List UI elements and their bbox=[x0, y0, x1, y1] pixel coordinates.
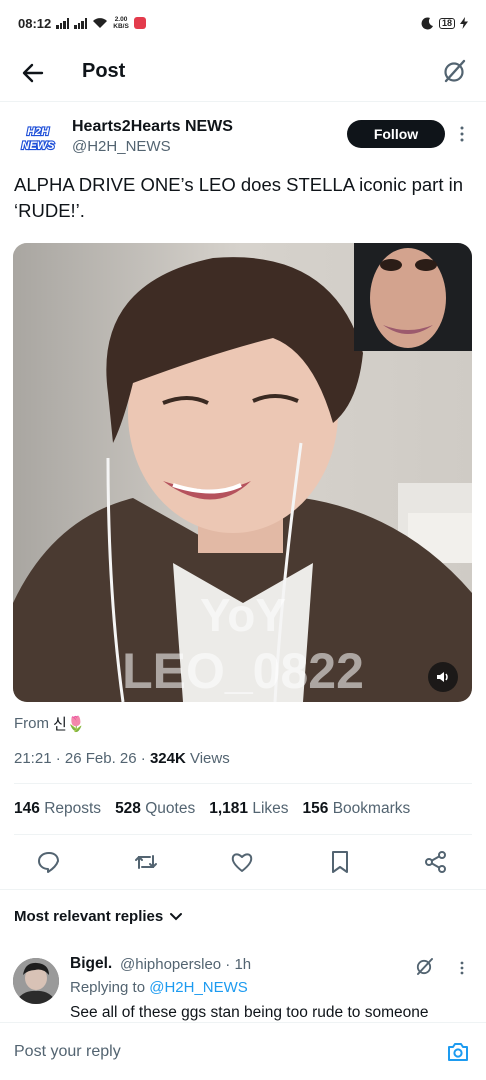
like-icon[interactable] bbox=[229, 849, 255, 875]
stat-likes[interactable]: 1,181 Likes bbox=[209, 800, 288, 818]
post-video[interactable]: YoY LEO_0822 bbox=[13, 243, 472, 702]
video-frame: YoY LEO_0822 bbox=[13, 243, 472, 702]
net-speed: 2.00 KB/S bbox=[113, 16, 129, 30]
from-label: From bbox=[14, 715, 49, 732]
replying-label: Replying to bbox=[70, 979, 146, 996]
page-title: Post bbox=[82, 60, 126, 82]
reply-icon[interactable] bbox=[36, 849, 62, 875]
status-time: 08:12 bbox=[18, 15, 52, 31]
status-bar: 08:12 2.00 KB/S 18 bbox=[0, 0, 486, 46]
net-speed-unit: KB/S bbox=[113, 23, 129, 30]
watermark-bottom: LEO_0822 bbox=[122, 643, 364, 699]
wifi-icon bbox=[93, 18, 108, 28]
reply-avatar[interactable] bbox=[13, 958, 59, 1004]
moon-icon bbox=[421, 16, 433, 29]
watermark-top: YoY bbox=[200, 589, 286, 641]
volume-button[interactable] bbox=[428, 662, 458, 692]
logo-text-top: H2H bbox=[27, 126, 50, 138]
stat-reposts[interactable]: 146 Reposts bbox=[14, 800, 101, 818]
app-notification-icon bbox=[133, 17, 146, 29]
status-left: 08:12 2.00 KB/S bbox=[18, 16, 146, 31]
post-text: ALPHA DRIVE ONE’s LEO does STELLA iconic… bbox=[14, 174, 464, 221]
arrow-left-icon[interactable] bbox=[18, 58, 48, 88]
camera-icon[interactable] bbox=[446, 1040, 470, 1064]
post-header: Post bbox=[0, 46, 486, 102]
views-label: Views bbox=[189, 750, 230, 767]
speaker-icon bbox=[437, 672, 448, 682]
logo-text-bottom: NEWS bbox=[22, 140, 56, 152]
stat-label: Reposts bbox=[44, 800, 102, 817]
charging-icon bbox=[460, 17, 468, 29]
replies-sort-label: Most relevant replies bbox=[14, 908, 164, 925]
stat-count: 528 bbox=[115, 800, 141, 817]
grok-icon[interactable] bbox=[440, 56, 470, 86]
repost-icon[interactable] bbox=[133, 849, 159, 875]
replies-sort[interactable]: Most relevant replies bbox=[14, 908, 183, 925]
post-meta: 21:21 · 26 Feb. 26 · 324K Views bbox=[14, 750, 230, 767]
bookmark-icon[interactable] bbox=[327, 849, 353, 875]
stat-label: Likes bbox=[252, 800, 289, 817]
post-date: 26 Feb. 26 bbox=[64, 750, 137, 767]
reply-composer[interactable]: Post your reply bbox=[0, 1022, 486, 1080]
reply-input[interactable]: Post your reply bbox=[14, 1043, 121, 1061]
stat-count: 146 bbox=[14, 800, 40, 817]
views-count: 324K bbox=[149, 750, 186, 767]
divider bbox=[14, 834, 472, 835]
stat-count: 156 bbox=[302, 800, 329, 817]
replying-to: Replying to @H2H_NEWS bbox=[70, 979, 248, 996]
post-stats: 146 Reposts 528 Quotes 1,181 Likes 156 B… bbox=[14, 800, 410, 818]
author-handle[interactable]: @H2H_NEWS bbox=[72, 138, 171, 155]
author-name[interactable]: Hearts2Hearts NEWS bbox=[72, 118, 233, 136]
author-avatar-logo[interactable]: H2H NEWS bbox=[16, 122, 60, 152]
signal-icon bbox=[56, 17, 70, 29]
divider bbox=[14, 783, 472, 784]
post-author: H2H NEWS Hearts2Hearts NEWS @H2H_NEWS Fo… bbox=[0, 112, 486, 164]
status-right: 18 bbox=[421, 16, 468, 30]
stat-bookmarks[interactable]: 156 Bookmarks bbox=[303, 800, 411, 818]
grok-icon[interactable] bbox=[414, 955, 436, 977]
battery-level: 18 bbox=[438, 17, 455, 29]
reply-item[interactable]: Bigel. @hiphopersleo · 1h Replying to @H… bbox=[0, 950, 486, 1022]
section-divider bbox=[0, 889, 486, 890]
more-options-icon[interactable] bbox=[454, 122, 470, 146]
stat-label: Bookmarks bbox=[332, 800, 411, 817]
from-name[interactable]: 신🌷 bbox=[53, 713, 85, 734]
from-line: From 신🌷 bbox=[14, 713, 85, 734]
stat-count: 1,181 bbox=[209, 800, 249, 817]
post-actions bbox=[0, 845, 486, 879]
reply-text: See all of these ggs stan being too rude… bbox=[70, 1004, 429, 1021]
follow-button[interactable]: Follow bbox=[347, 120, 445, 148]
share-icon[interactable] bbox=[423, 849, 449, 875]
signal-icon-2 bbox=[74, 17, 88, 29]
chevron-down-icon bbox=[170, 912, 183, 920]
stat-label: Quotes bbox=[145, 800, 196, 817]
post-time: 21:21 bbox=[14, 750, 52, 767]
stat-quotes[interactable]: 528 Quotes bbox=[115, 800, 195, 818]
more-options-icon[interactable] bbox=[455, 958, 469, 978]
reply-author-name[interactable]: Bigel. bbox=[70, 955, 112, 973]
reply-author-handle: @hiphopersleo · 1h bbox=[120, 956, 252, 973]
replying-handle[interactable]: @H2H_NEWS bbox=[149, 979, 248, 996]
net-speed-value: 2.00 bbox=[114, 16, 128, 23]
